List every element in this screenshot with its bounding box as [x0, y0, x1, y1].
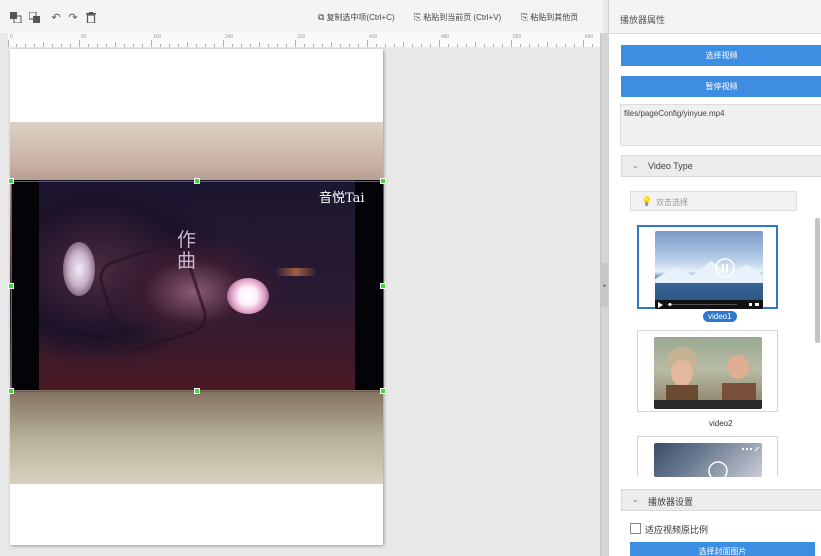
video2-preview — [654, 337, 762, 409]
video-type-title: Video Type — [648, 161, 693, 171]
video3-icons — [708, 446, 760, 477]
panel-title: 播放器属性 — [620, 15, 666, 25]
paste-other-page-label: 粘贴到其他页 — [530, 13, 579, 22]
ruler-label: 560 — [513, 34, 522, 40]
video-frame — [39, 180, 355, 390]
video-type-section-header[interactable]: ⌄ Video Type — [621, 155, 821, 177]
ruler-label: 160 — [153, 34, 162, 40]
redo-icon[interactable]: ↷ — [67, 11, 79, 24]
paste-icon: ⎘ — [414, 12, 422, 22]
resize-handle[interactable] — [380, 178, 386, 184]
play-icon — [658, 302, 759, 308]
move-down-icon[interactable] — [29, 11, 41, 23]
paste-other-icon: ⎘ — [521, 12, 529, 22]
copy-icon: ⧉ — [318, 12, 325, 22]
page-preview[interactable]: 作曲 音悦Tai — [10, 49, 383, 545]
file-path-text: files/pageConfig/yinyue.mp4 — [624, 109, 725, 118]
resize-handle[interactable] — [380, 283, 386, 289]
paste-other-page-button[interactable]: ⎘ 粘贴到其他页 — [521, 12, 578, 24]
video-frame-glint — [275, 268, 317, 276]
paste-current-page-button[interactable]: ⎘ 粘贴到当前页 (Ctrl+V) — [414, 12, 501, 24]
chevron-down-icon: ⌄ — [632, 495, 639, 504]
ruler-label: 400 — [369, 34, 378, 40]
double-click-hint: 💡 双击选择 — [630, 191, 797, 211]
fit-ratio-label: 适应视频原比例 — [645, 525, 709, 535]
copy-selection-label: 复制选中项(Ctrl+C) — [326, 13, 395, 22]
player-settings-title: 播放器设置 — [648, 497, 694, 507]
video-player-element[interactable]: 作曲 音悦Tai — [12, 180, 383, 390]
resize-handle[interactable] — [8, 178, 14, 184]
video2-children — [666, 347, 756, 409]
paste-current-page-label: 粘贴到当前页 (Ctrl+V) — [423, 13, 502, 22]
copy-selection-button[interactable]: ⧉ 复制选中项(Ctrl+C) — [318, 12, 395, 24]
ruler-label: 0 — [10, 34, 13, 40]
select-cover-image-button[interactable]: 选择封面图片 — [630, 542, 815, 556]
video-type-thumbnail-video1[interactable] — [637, 225, 778, 309]
editor-toolbar: ↶ ↷ ⧉ 复制选中项(Ctrl+C) ⎘ 粘贴到当前页 (Ctrl+V) ⎘ 粘贴到… — [0, 0, 603, 33]
horizontal-ruler: 0 80 160 240 320 400 480 560 640 — [8, 33, 600, 48]
ruler-label: 80 — [81, 34, 87, 40]
fit-ratio-checkbox[interactable] — [630, 523, 641, 534]
video2-control-bar — [654, 400, 762, 409]
video1-preview — [655, 231, 763, 309]
video-letterbox-right — [355, 180, 383, 390]
design-canvas: 作曲 音悦Tai — [0, 47, 600, 556]
player-settings-section-header[interactable]: ⌄ 播放器设置 — [621, 489, 821, 511]
ruler-label: 240 — [225, 34, 234, 40]
undo-icon[interactable]: ↶ — [50, 11, 62, 24]
video-watermark: 音悦Tai — [319, 191, 365, 206]
video1-mountains — [655, 258, 763, 283]
fit-ratio-option[interactable]: 适应视频原比例 — [630, 523, 708, 535]
video3-preview — [654, 443, 762, 477]
lightbulb-icon: 💡 — [641, 196, 653, 206]
ruler-label: 320 — [297, 34, 306, 40]
chevron-right-icon: ▸ — [603, 282, 607, 289]
video-type-thumbnail-3[interactable] — [637, 436, 778, 477]
panel-header: 播放器属性 — [609, 0, 821, 34]
select-video-button[interactable]: 选择视频 — [621, 45, 821, 66]
ruler-label: 640 — [585, 34, 594, 40]
video2-label: video2 — [709, 419, 733, 428]
resize-handle[interactable] — [194, 178, 200, 184]
video1-label: video1 — [703, 311, 737, 322]
video-file-path[interactable]: files/pageConfig/yinyue.mp4 — [620, 104, 821, 146]
delete-icon[interactable] — [85, 11, 97, 23]
move-up-icon[interactable] — [10, 11, 22, 23]
properties-panel: 播放器属性 选择视频 暂停视频 files/pageConfig/yinyue.… — [608, 0, 821, 556]
video-overlay-text: 作曲 — [177, 229, 197, 272]
pause-video-button[interactable]: 暂停视频 — [621, 76, 821, 97]
resize-handle[interactable] — [194, 388, 200, 394]
video-frame-headlight — [63, 242, 95, 296]
resize-handle[interactable] — [380, 388, 386, 394]
hint-text: 双击选择 — [656, 198, 688, 207]
chevron-down-icon: ⌄ — [632, 161, 639, 170]
resize-handle[interactable] — [8, 388, 14, 394]
resize-handle[interactable] — [8, 283, 14, 289]
thumbnail-scrollbar[interactable] — [815, 218, 820, 343]
ruler-label: 480 — [441, 34, 450, 40]
video-type-thumbnail-video2[interactable] — [637, 330, 778, 412]
video-letterbox-left — [12, 180, 39, 390]
video1-control-bar — [655, 300, 763, 309]
video-frame-headlight — [227, 278, 269, 314]
